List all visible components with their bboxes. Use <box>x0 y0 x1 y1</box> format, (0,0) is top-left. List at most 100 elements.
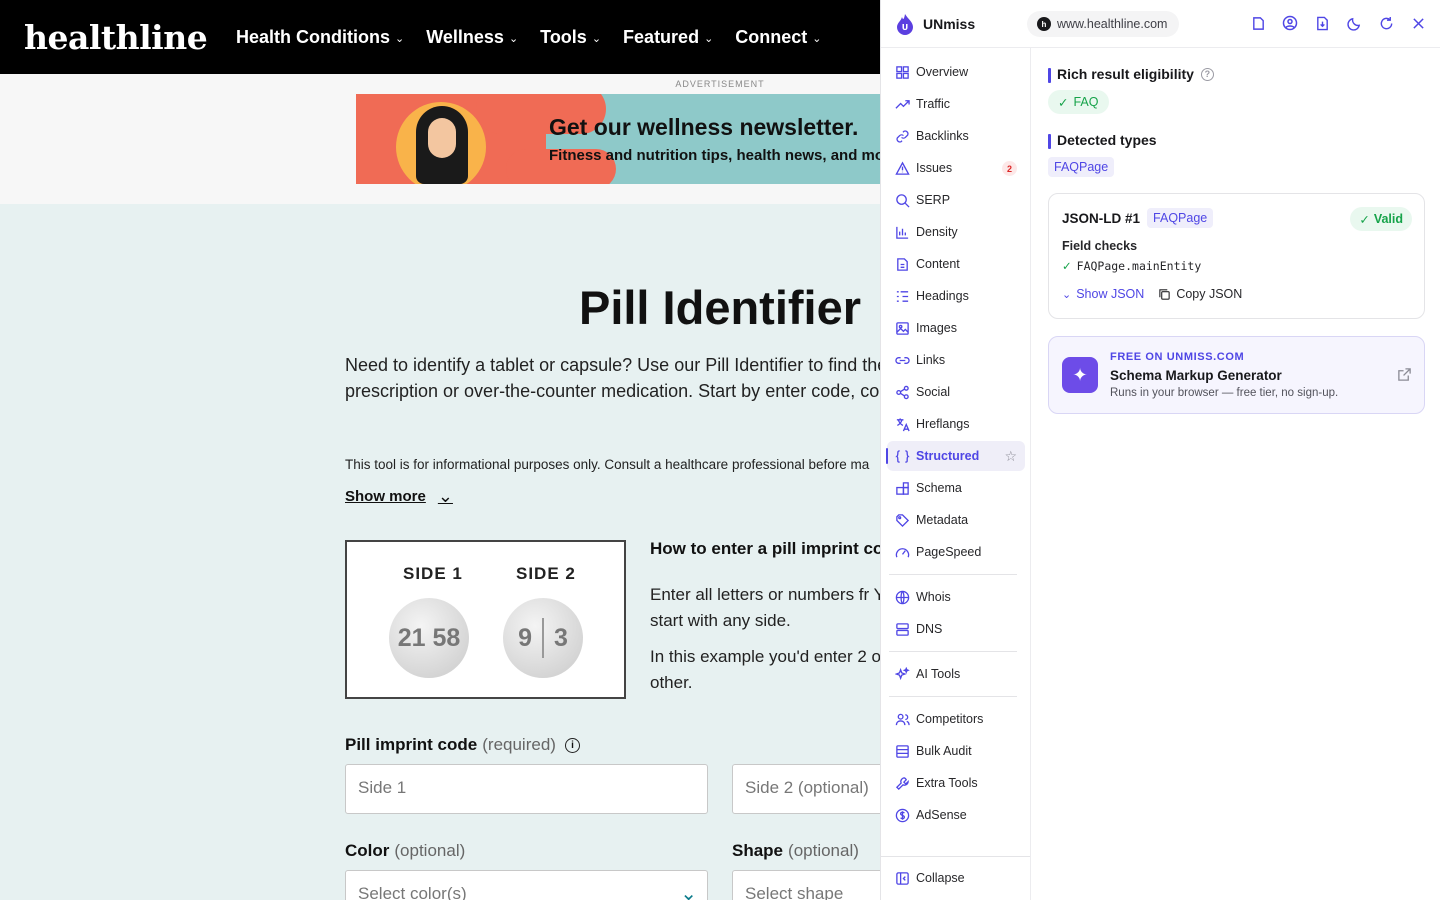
sidebar-item-images[interactable]: Images <box>887 313 1025 343</box>
pill-score-line <box>542 618 544 658</box>
sidebar-item-hreflangs[interactable]: Hreflangs <box>887 409 1025 439</box>
sidebar-item-dns[interactable]: DNS <box>887 614 1025 644</box>
extension-topbar: U UNmiss h www.healthline.com <box>881 0 1440 48</box>
sidebar-item-label: SERP <box>916 193 951 207</box>
nav-connect[interactable]: Connect ⌄ <box>735 27 821 48</box>
side-2-input[interactable]: Side 2 (optional) <box>732 764 880 814</box>
sidebar-item-extra-tools[interactable]: Extra Tools <box>887 768 1025 798</box>
site-header: healthline Health Conditions ⌄ Wellness ⌄ … <box>0 0 880 74</box>
tag-icon <box>896 513 910 527</box>
site-nav: Health Conditions ⌄ Wellness ⌄ Tools ⌄ Feat… <box>236 27 822 48</box>
label-text: Pill imprint code <box>345 735 478 754</box>
sidebar-item-pagespeed[interactable]: PageSpeed <box>887 537 1025 567</box>
imprint-label: Pill imprint code (required) i <box>345 735 580 755</box>
show-json-label: Show JSON <box>1076 287 1145 301</box>
moon-icon[interactable] <box>1345 14 1363 32</box>
download-doc-icon[interactable] <box>1313 14 1331 32</box>
sidebar-item-label: Extra Tools <box>916 776 978 790</box>
show-json-button[interactable]: ⌄ Show JSON <box>1062 287 1144 301</box>
sidebar-divider <box>889 696 1017 697</box>
select-placeholder: Select color(s) <box>358 884 467 900</box>
gauge-icon <box>895 547 910 557</box>
nav-health-conditions[interactable]: Health Conditions ⌄ <box>236 27 404 48</box>
sidebar-item-traffic[interactable]: Traffic <box>887 89 1025 119</box>
newsletter-ad-banner[interactable]: Get our wellness newsletter. Fitness and… <box>356 94 880 184</box>
link-icon <box>895 356 910 364</box>
jsonld-card-header: JSON-LD #1 FAQPage <box>1062 208 1214 228</box>
side-1-input[interactable]: Side 1 <box>345 764 708 814</box>
field-checks-label: Field checks <box>1062 239 1138 253</box>
nav-tools[interactable]: Tools ⌄ <box>540 27 601 48</box>
svg-text:U: U <box>902 23 909 32</box>
show-more-button[interactable]: Show more ⌄ <box>345 486 453 507</box>
shape-select[interactable]: Select shape <box>732 870 880 900</box>
site-logo[interactable]: healthline <box>24 18 208 57</box>
sidebar-item-label: Traffic <box>916 97 951 111</box>
sidebar-item-ai-tools[interactable]: AI Tools <box>887 659 1025 689</box>
sidebar-item-schema[interactable]: Schema <box>887 473 1025 503</box>
chevron-down-icon: ⌄ <box>812 32 822 45</box>
nav-featured[interactable]: Featured ⌄ <box>623 27 713 48</box>
sidebar-item-adsense[interactable]: AdSense <box>887 800 1025 830</box>
promo-subtitle: Runs in your browser — free tier, no sig… <box>1110 387 1339 399</box>
chevron-down-icon: ⌄ <box>704 32 714 45</box>
sidebar-item-competitors[interactable]: Competitors <box>887 704 1025 734</box>
sidebar-item-label: AdSense <box>916 808 967 822</box>
sidebar-item-links[interactable]: Links <box>887 345 1025 375</box>
sidebar-item-overview[interactable]: Overview <box>887 57 1025 87</box>
sidebar-item-label: Headings <box>916 289 969 303</box>
globe-icon <box>895 590 910 604</box>
help-icon[interactable]: ? <box>1200 67 1214 81</box>
user-circle-icon[interactable] <box>1281 14 1299 32</box>
sidebar-item-social[interactable]: Social <box>887 377 1025 407</box>
valid-label: Valid <box>1373 212 1403 226</box>
unmiss-logo-icon: U <box>897 13 913 35</box>
sidebar-item-bulk-audit[interactable]: Bulk Audit <box>887 736 1025 766</box>
sidebar-item-label: Schema <box>916 481 962 495</box>
nav-wellness[interactable]: Wellness ⌄ <box>426 27 518 48</box>
sidebar-item-issues[interactable]: Issues 2 <box>887 153 1025 183</box>
brand: U UNmiss <box>895 13 975 35</box>
page-icon[interactable] <box>1249 14 1267 32</box>
blocks-icon <box>896 481 909 495</box>
collapse-icon <box>896 871 909 885</box>
sparkles-icon: ✦ <box>1062 357 1098 393</box>
field-name: FAQPage.mainEntity <box>1076 259 1202 273</box>
star-icon[interactable]: ☆ <box>1004 448 1017 465</box>
jsonld-title: JSON-LD #1 <box>1062 210 1141 226</box>
nav-label: Featured <box>623 26 700 47</box>
sidebar-item-backlinks[interactable]: Backlinks <box>887 121 1025 151</box>
refresh-icon[interactable] <box>1377 14 1395 32</box>
schema-generator-promo[interactable]: ✦ FREE ON UNMISS.COM Schema Markup Gener… <box>1048 336 1425 414</box>
info-icon[interactable]: i <box>564 737 580 753</box>
section-title-text: Rich result eligibility <box>1057 66 1194 82</box>
sidebar-item-serp[interactable]: SERP <box>887 185 1025 215</box>
collapse-sidebar-button[interactable]: Collapse <box>887 863 1025 893</box>
ad-area: ADVERTISEMENT Get our wellness newslette… <box>0 74 880 204</box>
pill-side-2: 93 <box>503 598 583 678</box>
image-icon <box>896 321 909 335</box>
sidebar-item-structured[interactable]: Structured ☆ <box>886 441 1025 471</box>
sidebar-item-label: Social <box>916 385 951 399</box>
pill-example-image: SIDE 1 SIDE 2 21 58 93 <box>345 540 626 699</box>
url-pill[interactable]: h www.healthline.com <box>1027 11 1180 37</box>
sidebar-item-content[interactable]: Content <box>887 249 1025 279</box>
external-link-icon[interactable] <box>1397 367 1412 387</box>
chevron-down-icon: ⌄ <box>437 486 453 506</box>
sidebar-item-headings[interactable]: Headings <box>887 281 1025 311</box>
link-chain-icon <box>896 129 909 143</box>
sidebar-item-whois[interactable]: Whois <box>887 582 1025 612</box>
color-select[interactable]: Select color(s) ⌄ <box>345 870 708 900</box>
close-icon[interactable] <box>1409 14 1427 32</box>
copy-json-button[interactable]: Copy JSON <box>1158 287 1242 301</box>
headings-icon <box>896 290 909 302</box>
sidebar-item-metadata[interactable]: Metadata <box>887 505 1025 535</box>
valid-badge: ✓ Valid <box>1350 207 1412 231</box>
sidebar-item-label: Density <box>916 225 958 239</box>
url-text: www.healthline.com <box>1057 17 1168 31</box>
detected-types-title: Detected types <box>1048 132 1157 149</box>
sidebar-item-density[interactable]: Density <box>887 217 1025 247</box>
bar-chart-icon <box>896 226 909 239</box>
section-title-text: Detected types <box>1057 132 1157 148</box>
detected-type-chip[interactable]: FAQPage <box>1048 157 1115 177</box>
